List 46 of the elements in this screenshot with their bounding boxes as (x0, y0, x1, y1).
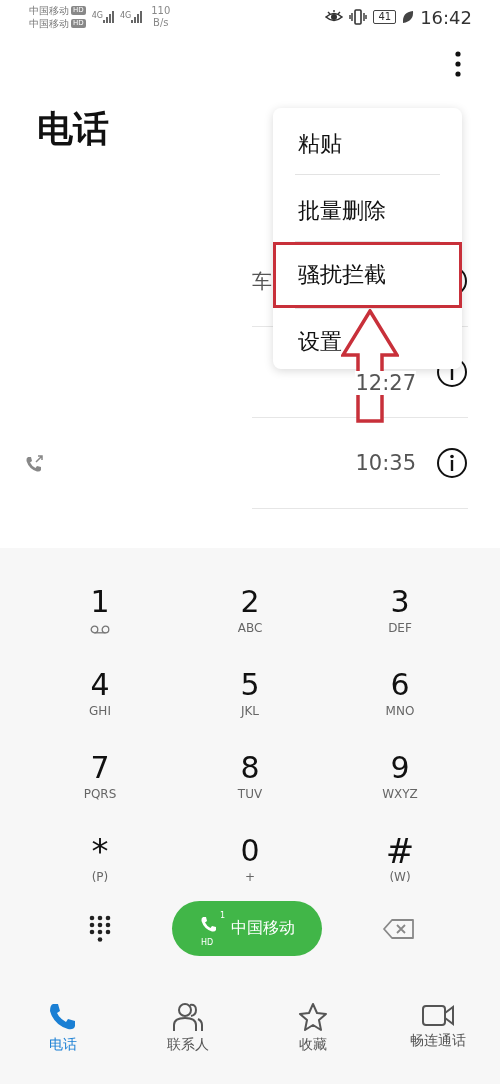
nav-tab[interactable]: 收藏 (250, 1002, 375, 1054)
phone-icon (47, 1002, 78, 1032)
dial-key[interactable]: 5 JKL (175, 667, 325, 733)
dial-key[interactable]: 6 MNO (325, 667, 475, 733)
star-icon (297, 1002, 328, 1032)
dial-key[interactable]: 1 (25, 584, 175, 650)
net-speed-unit: B/s (153, 17, 169, 29)
caller-name: 车 (252, 267, 272, 295)
leaf-icon (402, 10, 415, 24)
dial-key[interactable]: 4 GHI (25, 667, 175, 733)
call-time: 12:27 (355, 371, 416, 395)
call-time: 10:35 (355, 451, 416, 475)
nav-tab[interactable]: 联系人 (125, 1002, 250, 1054)
dial-key[interactable]: 9 WXYZ (325, 750, 475, 816)
page-title: 电话 (37, 107, 109, 151)
dial-key[interactable]: * (P) (25, 833, 175, 899)
backspace-icon[interactable] (383, 918, 415, 939)
dial-key[interactable]: 0 + (175, 833, 325, 899)
more-menu-icon[interactable] (454, 51, 462, 77)
nav-tab[interactable]: 畅连通话 (375, 1002, 500, 1054)
eye-icon (325, 10, 344, 24)
clock: 16:42 (420, 6, 472, 28)
nav-tab[interactable]: 电话 (0, 1002, 125, 1054)
carrier-name: 中国移动 (29, 17, 69, 30)
menu-item[interactable]: 骚扰拦截 (273, 242, 462, 308)
dial-key[interactable]: 8 TUV (175, 750, 325, 816)
dial-key[interactable]: 2 ABC (175, 584, 325, 650)
dial-key[interactable]: 3 DEF (325, 584, 475, 650)
carrier-name: 中国移动 (29, 4, 69, 17)
menu-item[interactable]: 粘贴 (273, 108, 462, 174)
dialpad-icon[interactable] (89, 914, 111, 943)
dial-key[interactable]: 7 PQRS (25, 750, 175, 816)
network-type: 4G (91, 11, 103, 20)
menu-item[interactable]: 设置 (273, 309, 462, 369)
net-speed: 110 (151, 5, 171, 17)
video-camera-icon (420, 1002, 455, 1028)
contacts-icon (171, 1002, 204, 1032)
network-type: 4G (119, 11, 132, 20)
voicemail-icon (90, 625, 110, 634)
dial-key[interactable]: # (W) (325, 833, 475, 899)
signal-icon (102, 11, 117, 23)
menu-item[interactable]: 批量删除 (273, 175, 462, 241)
phone-icon (199, 914, 219, 935)
vibrate-icon (349, 9, 368, 25)
battery-icon: 41 (373, 10, 397, 24)
info-icon[interactable] (436, 447, 468, 479)
